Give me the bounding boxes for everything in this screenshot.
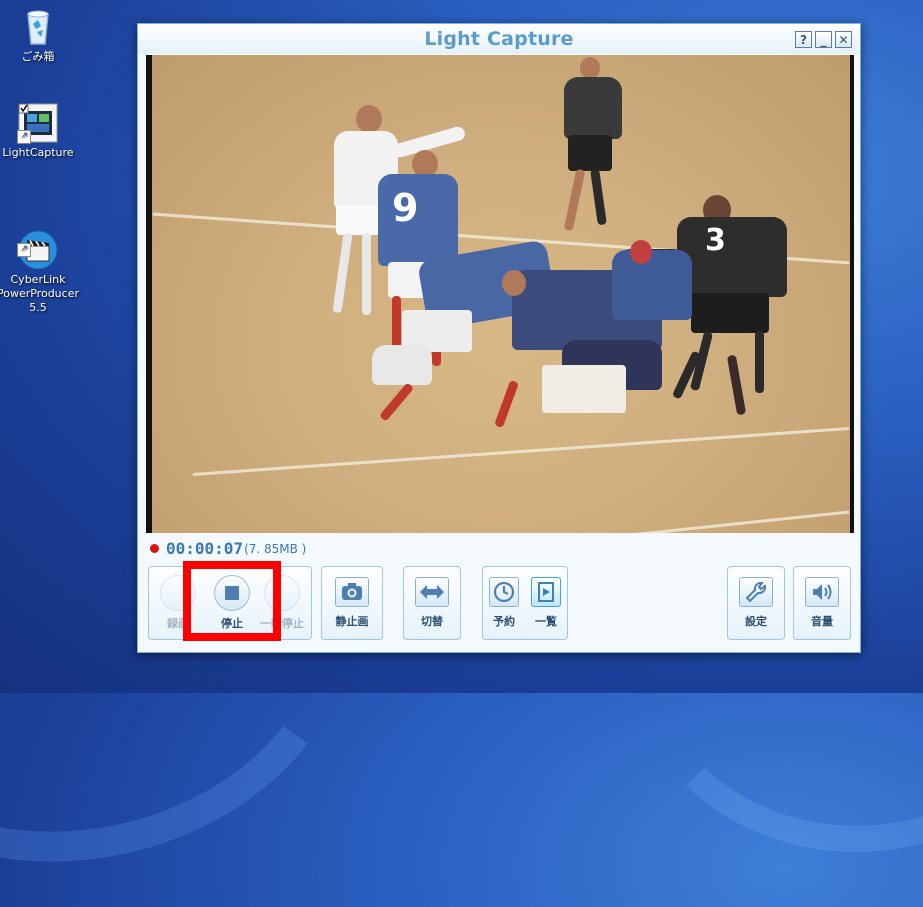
help-button[interactable]: ? xyxy=(795,31,812,48)
schedule-label: 予約 xyxy=(493,615,515,628)
volume-group: 音量 xyxy=(793,566,851,640)
light-capture-window: Light Capture ? _ ✕ 9 3 00:00:07 (7. 85M… xyxy=(137,23,861,653)
volume-button[interactable]: 音量 xyxy=(794,567,850,639)
list-button[interactable]: 一覧 xyxy=(525,567,567,639)
desktop-icon-label: ごみ箱 xyxy=(21,50,55,63)
shortcut-arrow-icon: ↗ xyxy=(17,243,31,257)
recording-status: 00:00:07 (7. 85MB ) xyxy=(150,539,306,558)
desktop-icon-powerproducer[interactable]: ↗ CyberLink PowerProducer 5.5 xyxy=(0,201,83,329)
swap-arrows-icon xyxy=(415,577,449,607)
schedule-button[interactable]: 予約 xyxy=(483,567,525,639)
speaker-icon xyxy=(805,577,839,607)
camera-icon xyxy=(335,577,369,607)
title-bar[interactable]: Light Capture ? _ ✕ xyxy=(138,24,860,54)
stop-button-highlight xyxy=(183,561,281,641)
volume-label: 音量 xyxy=(811,615,833,628)
shortcut-arrow-icon: ↗ xyxy=(17,130,31,144)
jersey-number: 3 xyxy=(705,223,726,258)
clapperboard-icon: ↗ xyxy=(17,215,59,270)
snapshot-button[interactable]: 静止画 xyxy=(322,567,382,639)
recording-timecode: 00:00:07 xyxy=(166,539,244,558)
recycle-bin-icon xyxy=(17,6,59,48)
desktop-icon-recycle-bin[interactable]: ごみ箱 xyxy=(0,6,83,64)
desktop-icon-lightcapture[interactable]: ↗ LightCapture xyxy=(0,102,83,160)
play-list-icon xyxy=(531,577,561,607)
schedule-list-group: 予約 一覧 xyxy=(482,566,568,640)
settings-label: 設定 xyxy=(745,615,767,628)
switch-group: 切替 xyxy=(403,566,461,640)
list-label: 一覧 xyxy=(535,615,557,628)
snapshot-group: 静止画 xyxy=(321,566,383,640)
jersey-number: 9 xyxy=(392,186,419,230)
clock-icon xyxy=(489,577,519,607)
close-button[interactable]: ✕ xyxy=(835,31,852,48)
switch-button[interactable]: 切替 xyxy=(404,567,460,639)
switch-label: 切替 xyxy=(421,615,443,628)
desktop-icon-label: LightCapture xyxy=(2,146,74,159)
video-preview: 9 3 xyxy=(146,55,854,533)
wrench-icon xyxy=(739,577,773,607)
settings-group: 設定 xyxy=(727,566,785,640)
rugby-field: 9 3 xyxy=(152,55,850,533)
snapshot-label: 静止画 xyxy=(335,615,369,628)
recording-filesize: (7. 85MB ) xyxy=(244,541,307,556)
recording-indicator-icon xyxy=(150,544,159,553)
settings-button[interactable]: 設定 xyxy=(728,567,784,639)
minimize-button[interactable]: _ xyxy=(815,31,832,48)
film-icon: ↗ xyxy=(17,102,59,144)
desktop-icon-label: CyberLink PowerProducer 5.5 xyxy=(0,273,79,314)
window-title: Light Capture xyxy=(424,28,574,50)
